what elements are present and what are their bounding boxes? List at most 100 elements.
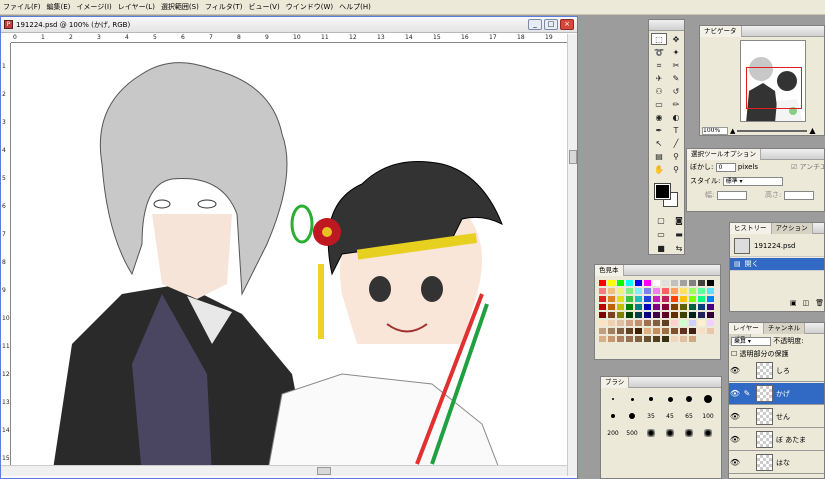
history-state[interactable]: ▤ 開く <box>730 258 824 271</box>
color-swatch[interactable] <box>634 279 643 287</box>
menu-help[interactable]: ヘルプ(H) <box>339 2 371 12</box>
color-swatch[interactable] <box>616 319 625 327</box>
color-swatch[interactable] <box>607 295 616 303</box>
color-swatch[interactable] <box>634 287 643 295</box>
quickmask-mode-icon[interactable]: ◙ <box>671 214 687 226</box>
width-field[interactable] <box>716 190 747 200</box>
color-swatch[interactable] <box>706 303 715 311</box>
layer-row[interactable]: 👁 せん <box>729 406 824 428</box>
color-swatch[interactable] <box>697 295 706 303</box>
visibility-eye-icon[interactable]: 👁 <box>729 411 741 423</box>
brush-preset[interactable] <box>604 391 622 407</box>
image-canvas[interactable] <box>12 44 566 476</box>
zoom-tool-icon[interactable]: ⚲ <box>668 163 684 175</box>
color-swatch[interactable] <box>652 303 661 311</box>
brush-preset[interactable] <box>680 425 698 441</box>
move-tool-icon[interactable]: ✥ <box>668 33 684 45</box>
color-swatch[interactable] <box>634 327 643 335</box>
color-swatch[interactable] <box>661 335 670 343</box>
color-swatch[interactable] <box>598 311 607 319</box>
color-swatch[interactable] <box>607 335 616 343</box>
zoom-slider[interactable] <box>737 129 808 132</box>
antialias-checkbox[interactable]: ☑ アンチエ <box>791 163 825 171</box>
document-titlebar[interactable]: P 191224.psd @ 100% (かげ, RGB) _ □ × <box>1 17 577 33</box>
color-swatch[interactable] <box>625 327 634 335</box>
brush-preset[interactable]: 500 <box>623 425 641 441</box>
layer-row[interactable]: 👁 はな <box>729 452 824 474</box>
tab-tool-options[interactable]: 選択ツールオプション <box>687 149 761 160</box>
color-swatch[interactable] <box>706 287 715 295</box>
color-swatch[interactable] <box>697 287 706 295</box>
brush-preset[interactable] <box>623 391 641 407</box>
menu-select[interactable]: 選択範囲(S) <box>161 2 199 12</box>
tab-swatches[interactable]: 色見本 <box>595 265 624 276</box>
brush-preset[interactable]: 200 <box>604 425 622 441</box>
crop-tool-icon[interactable]: ⌗ <box>651 59 667 71</box>
color-swatch[interactable] <box>688 303 697 311</box>
standard-mode-icon[interactable]: ▢ <box>653 214 669 226</box>
color-swatch[interactable] <box>607 279 616 287</box>
color-swatch[interactable] <box>661 303 670 311</box>
color-swatch[interactable] <box>607 327 616 335</box>
menu-view[interactable]: ビュー(V) <box>248 2 279 12</box>
layer-row[interactable]: 👁 しろ <box>729 360 824 382</box>
link-box-icon[interactable] <box>741 457 753 469</box>
pencil-icon[interactable]: ✏ <box>668 98 684 110</box>
color-swatch[interactable] <box>625 335 634 343</box>
tab-layers[interactable]: レイヤー <box>729 323 764 334</box>
color-swatch[interactable] <box>652 319 661 327</box>
color-swatch[interactable] <box>688 319 697 327</box>
color-swatch[interactable] <box>661 327 670 335</box>
color-swatch[interactable] <box>652 335 661 343</box>
color-swatch[interactable] <box>688 327 697 335</box>
color-swatch[interactable] <box>670 335 679 343</box>
color-swatch[interactable] <box>652 287 661 295</box>
menu-filter[interactable]: フィルタ(T) <box>205 2 243 12</box>
color-swatch[interactable] <box>670 287 679 295</box>
magic-wand-icon[interactable]: ✦ <box>668 46 684 58</box>
brush-preset[interactable] <box>604 408 622 424</box>
color-swatch[interactable] <box>607 319 616 327</box>
brush-preset[interactable] <box>699 425 717 441</box>
hand-tool-icon[interactable]: ✋ <box>651 163 667 175</box>
color-swatch[interactable] <box>661 295 670 303</box>
tab-actions[interactable]: アクション <box>771 223 813 234</box>
color-swatch[interactable] <box>634 335 643 343</box>
color-swatch[interactable] <box>616 311 625 319</box>
color-swatch[interactable] <box>643 327 652 335</box>
color-swatch[interactable] <box>643 279 652 287</box>
layer-row-active[interactable]: 👁 ✎ かげ <box>729 383 824 405</box>
lasso-tool-icon[interactable]: ➰ <box>651 46 667 58</box>
trash-icon[interactable]: 🗑 <box>815 299 824 307</box>
color-swatch[interactable] <box>670 279 679 287</box>
zoom-out-icon[interactable]: ▲ <box>730 127 735 135</box>
color-swatch[interactable] <box>616 335 625 343</box>
color-swatch[interactable] <box>607 287 616 295</box>
eraser-icon[interactable]: ▭ <box>651 98 667 110</box>
history-brush-icon[interactable]: ↺ <box>668 85 684 97</box>
color-swatch[interactable] <box>706 279 715 287</box>
color-swatch[interactable] <box>598 295 607 303</box>
visibility-eye-icon[interactable]: 👁 <box>729 434 741 446</box>
color-swatch[interactable] <box>679 303 688 311</box>
color-swatch[interactable] <box>598 327 607 335</box>
color-swatch[interactable] <box>616 287 625 295</box>
color-swatch[interactable] <box>688 279 697 287</box>
menu-edit[interactable]: 編集(E) <box>47 2 71 12</box>
marquee-tool-icon[interactable]: ⬚ <box>651 33 667 45</box>
color-swatch[interactable] <box>697 327 706 335</box>
style-select[interactable]: 標準 ▾ <box>722 176 783 186</box>
pen-tool-icon[interactable]: ✒ <box>651 124 667 136</box>
brush-preset[interactable]: 65 <box>680 408 698 424</box>
new-snapshot-icon[interactable]: ◫ <box>803 299 810 307</box>
minimize-button[interactable]: _ <box>528 19 542 30</box>
color-swatch[interactable] <box>661 311 670 319</box>
tab-navigator[interactable]: ナビゲータ <box>700 26 742 37</box>
clone-stamp-icon[interactable]: ⚇ <box>651 85 667 97</box>
brush-preset[interactable] <box>661 391 679 407</box>
color-swatch[interactable] <box>625 311 634 319</box>
tab-history[interactable]: ヒストリー <box>730 223 772 234</box>
notes-tool-icon[interactable]: ▤ <box>651 150 667 162</box>
color-swatch[interactable] <box>634 295 643 303</box>
color-swatch[interactable] <box>661 319 670 327</box>
